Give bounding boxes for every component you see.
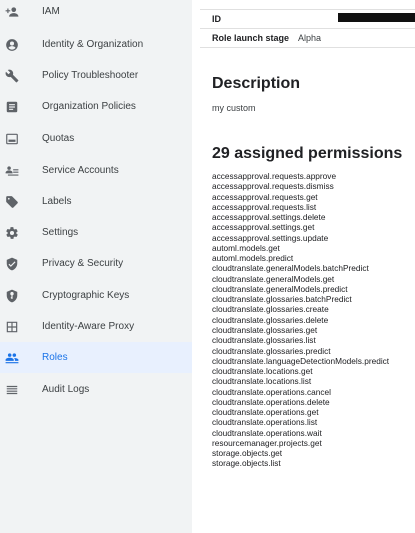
role-launch-stage-value: Alpha [298, 33, 322, 43]
permission-item: cloudtranslate.glossaries.predict [212, 345, 331, 356]
permission-item: storage.objects.get [212, 448, 283, 459]
permission-item: cloudtranslate.glossaries.create [212, 304, 329, 315]
permission-item: cloudtranslate.operations.get [212, 407, 319, 418]
permission-item: automl.models.predict [212, 253, 294, 264]
wrench-icon [4, 68, 20, 84]
permission-item: cloudtranslate.glossaries.delete [212, 314, 329, 325]
permission-item: accessapproval.settings.get [212, 222, 315, 233]
divider [200, 28, 415, 29]
label-tag-icon [4, 194, 20, 210]
sidebar-item-identity-organization[interactable]: Identity & Organization [0, 29, 192, 60]
sidebar-item-identity-aware-proxy[interactable]: Identity-Aware Proxy [0, 311, 192, 342]
sidebar-item-label: Settings [42, 227, 79, 238]
permission-item: cloudtranslate.operations.cancel [212, 386, 331, 397]
quota-monitor-icon [4, 131, 20, 147]
sidebar-item-label: Cryptographic Keys [42, 290, 130, 301]
gear-icon [4, 225, 20, 241]
role-launch-stage-label: Role launch stage [212, 33, 290, 43]
permission-item: automl.models.get [212, 242, 280, 253]
sidebar-item-roles[interactable]: Roles [0, 342, 192, 373]
sidebar-item-label: Identity & Organization [42, 39, 144, 50]
permissions-heading: 29 assigned permissions [212, 145, 403, 162]
permission-item: cloudtranslate.operations.delete [212, 396, 330, 407]
sidebar-item-cryptographic-keys[interactable]: Cryptographic Keys [0, 280, 192, 311]
permission-item: storage.objects.list [212, 458, 281, 469]
description-heading: Description [212, 75, 301, 92]
permission-item: cloudtranslate.locations.list [212, 376, 312, 387]
person-add-icon [4, 4, 20, 20]
sidebar-item-label: Organization Policies [42, 101, 136, 112]
permission-item: cloudtranslate.generalModels.predict [212, 283, 348, 294]
sidebar-item-label: Audit Logs [42, 384, 90, 395]
sidebar-item-policy-troubleshooter[interactable]: Policy Troubleshooter [0, 60, 192, 91]
permission-item: accessapproval.settings.delete [212, 212, 326, 223]
permission-item: accessapproval.requests.get [212, 191, 318, 202]
permissions-list: accessapproval.requests.approve accessap… [212, 171, 389, 469]
permission-item: accessapproval.settings.update [212, 232, 329, 243]
permission-item: cloudtranslate.languageDetectionModels.p… [212, 355, 390, 366]
permission-item: cloudtranslate.glossaries.batchPredict [212, 294, 352, 305]
sidebar-item-settings[interactable]: Settings [0, 217, 192, 248]
roles-people-icon [4, 350, 20, 366]
permission-item: accessapproval.requests.dismiss [212, 181, 334, 192]
permission-item: cloudtranslate.locations.get [212, 366, 313, 377]
sidebar-item-organization-policies[interactable]: Organization Policies [0, 91, 192, 122]
sidebar-item-labels[interactable]: Labels [0, 186, 192, 217]
sidebar-item-label: Quotas [42, 133, 75, 144]
sidebar-item-label: Roles [42, 352, 68, 363]
permission-item: resourcemanager.projects.get [212, 437, 322, 448]
sidebar-item-label: Identity-Aware Proxy [42, 321, 135, 332]
permission-item: cloudtranslate.operations.list [212, 417, 318, 428]
permission-item: cloudtranslate.generalModels.batchPredic… [212, 263, 369, 274]
sidebar-item-label: Service Accounts [42, 165, 119, 176]
sidebar-item-label: Policy Troubleshooter [42, 70, 139, 81]
proxy-grid-icon [4, 319, 20, 335]
divider [200, 9, 415, 10]
sidebar-item-iam[interactable]: IAM [0, 0, 192, 27]
list-lines-icon [4, 382, 20, 398]
sidebar-item-privacy-security[interactable]: Privacy & Security [0, 248, 192, 279]
service-account-icon [4, 163, 20, 179]
sidebar-item-label: Privacy & Security [42, 258, 124, 269]
account-circle-icon [4, 37, 20, 53]
divider [200, 47, 415, 48]
permission-item: accessapproval.requests.list [212, 201, 317, 212]
sidebar-nav: IAM Identity & Organization Policy Troub… [0, 0, 192, 533]
sidebar-item-quotas[interactable]: Quotas [0, 123, 192, 154]
permission-item: cloudtranslate.operations.wait [212, 427, 322, 438]
permission-item: cloudtranslate.glossaries.get [212, 324, 318, 335]
shield-icon [4, 256, 20, 272]
redacted-id-value [338, 13, 415, 22]
description-text: my custom [212, 103, 256, 113]
permission-item: accessapproval.requests.approve [212, 171, 337, 181]
sidebar-item-label: Labels [42, 196, 72, 207]
sidebar-item-audit-logs[interactable]: Audit Logs [0, 374, 192, 405]
permission-item: cloudtranslate.generalModels.get [212, 273, 335, 284]
sidebar-item-service-accounts[interactable]: Service Accounts [0, 155, 192, 186]
key-shield-icon [4, 288, 20, 304]
id-label: ID [212, 14, 221, 24]
document-list-icon [4, 99, 20, 115]
sidebar-item-label: IAM [42, 6, 60, 17]
permission-item: cloudtranslate.glossaries.list [212, 335, 316, 346]
